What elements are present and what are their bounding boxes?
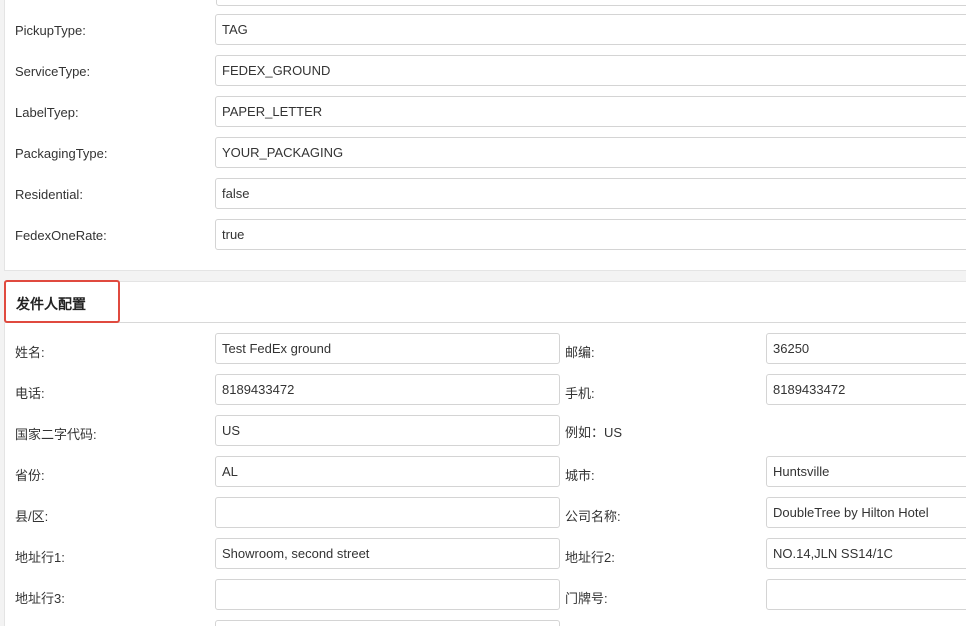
sender-address2-input[interactable]: NO.14,JLN SS14/1C (766, 538, 966, 569)
sender-country-hint: 例如：US (565, 425, 623, 440)
sender-address3-label: 地址行3: (15, 591, 65, 606)
section-title-highlight (4, 280, 120, 323)
sender-province-input[interactable]: AL (215, 456, 560, 487)
sender-door-number-input[interactable] (766, 579, 966, 610)
sender-city-input[interactable]: Huntsville (766, 456, 966, 487)
sender-mobile-input[interactable]: 8189433472 (766, 374, 966, 405)
pickup-type-label: PickupType: (15, 23, 86, 38)
sender-country-label: 国家二字代码: (15, 427, 97, 442)
sender-county-label: 县/区: (15, 509, 49, 524)
sender-company-input[interactable]: DoubleTree by Hilton Hotel (766, 497, 966, 528)
service-type-input[interactable]: FEDEX_GROUND (215, 55, 966, 86)
sender-phone-label: 电话: (15, 386, 45, 401)
sender-address1-input[interactable]: Showroom, second street (215, 538, 560, 569)
sender-address3-input[interactable] (215, 579, 560, 610)
sender-address1-label: 地址行1: (15, 550, 65, 565)
sender-city-label: 城市: (565, 468, 595, 483)
sender-door-number-label: 门牌号: (565, 591, 608, 606)
sender-phone-input[interactable]: 8189433472 (215, 374, 560, 405)
service-type-label: ServiceType: (15, 64, 91, 79)
sender-section-header: 发件人配置 (5, 282, 966, 323)
sender-name-input[interactable]: Test FedEx ground (215, 333, 560, 364)
sender-company-label: 公司名称: (565, 509, 621, 524)
sender-name-label: 姓名: (15, 345, 45, 360)
sender-mobile-label: 手机: (565, 386, 595, 401)
residential-input[interactable]: false (215, 178, 966, 209)
sender-address2-label: 地址行2: (565, 550, 615, 565)
sender-country-input[interactable]: US (215, 415, 560, 446)
config-page: PickupType: TAG ServiceType: FEDEX_GROUN… (0, 0, 966, 626)
packaging-type-label: PackagingType: (15, 146, 108, 161)
previous-field-input[interactable] (216, 0, 966, 6)
sender-zip-label: 邮编: (565, 345, 595, 360)
fedex-one-rate-input[interactable]: true (215, 219, 966, 250)
label-type-input[interactable]: PAPER_LETTER (215, 96, 966, 127)
sender-zip-input[interactable]: 36250 (766, 333, 966, 364)
sender-county-input[interactable] (215, 497, 560, 528)
next-field-input[interactable] (215, 620, 560, 626)
label-type-label: LabelTyep: (15, 105, 79, 120)
pickup-type-input[interactable]: TAG (215, 14, 966, 45)
residential-label: Residential: (15, 187, 83, 202)
fedex-one-rate-label: FedexOneRate: (15, 228, 107, 243)
sender-province-label: 省份: (15, 468, 45, 483)
packaging-type-input[interactable]: YOUR_PACKAGING (215, 137, 966, 168)
